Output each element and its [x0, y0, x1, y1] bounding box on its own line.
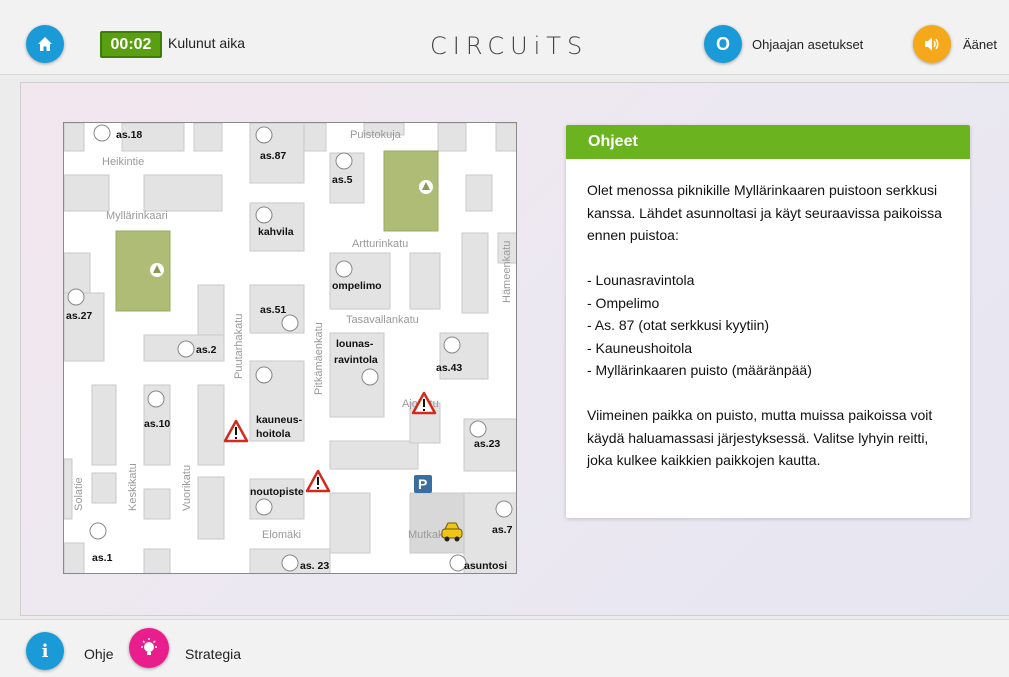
timer-label: Kulunut aika: [168, 35, 246, 51]
instructions-panel: Ohjeet Olet menossa piknikille Myllärink…: [566, 125, 970, 518]
place-label: as.51: [260, 304, 286, 316]
instructions-title: Ohjeet: [566, 125, 970, 159]
sound-button[interactable]: [913, 25, 951, 63]
place-label: kahvila: [258, 226, 294, 238]
place-label: as.7: [492, 524, 513, 536]
sound-label[interactable]: Äänet: [963, 37, 997, 52]
street-label: Tasavallankatu: [346, 314, 419, 326]
city-map[interactable]: P Heikintie Puistokuja Myllärinkaari Art…: [63, 122, 517, 574]
place-label: as.10: [144, 418, 170, 430]
street-label: Vuorikatu: [181, 465, 193, 511]
street-label: Myllärinkaari: [106, 210, 168, 222]
place-label: as.87: [260, 150, 286, 162]
place-label: as.18: [116, 129, 142, 141]
parking-label: P: [418, 476, 427, 492]
street-label: Puistokuja: [350, 129, 402, 141]
stop-item: - Lounasravintola: [587, 272, 695, 288]
place-label: ravintola: [334, 354, 378, 366]
stop-item: - Ompelimo: [587, 294, 660, 311]
elapsed-timer: 00:02: [100, 31, 162, 58]
street-label: Elomäki: [262, 529, 301, 541]
street-label: Puutarhakatu: [233, 314, 245, 379]
place-label: as.43: [436, 362, 462, 374]
street-label: Keskikatu: [127, 463, 139, 511]
strategy-button[interactable]: [129, 628, 169, 668]
place-label: kauneus-: [256, 414, 303, 426]
help-label[interactable]: Ohje: [84, 646, 114, 662]
place-label: hoitola: [256, 428, 291, 440]
street-label: Artturinkatu: [352, 238, 408, 250]
stop-item: - As. 87 (otat serkkusi kyytiin): [587, 317, 770, 333]
place-label: asuntosi: [464, 560, 507, 572]
place-label: lounas-: [336, 338, 374, 350]
street-label: Hämeenkatu: [501, 241, 513, 303]
place-label: as.1: [92, 552, 113, 564]
instructions-outro: Viimeinen paikka on puisto, mutta muissa…: [587, 407, 933, 468]
place-label: as.23: [474, 438, 500, 450]
home-button[interactable]: [26, 25, 64, 63]
instructions-body: Olet menossa piknikille Myllärinkaaren p…: [566, 159, 970, 472]
place-label: ompelimo: [332, 280, 382, 292]
place-label: noutopiste: [250, 486, 304, 498]
home-icon: [38, 37, 52, 51]
place-label: as.27: [66, 310, 92, 322]
teacher-settings-icon: O: [715, 33, 730, 54]
lightbulb-icon: [141, 638, 157, 655]
info-icon: i: [41, 640, 49, 662]
street-label: Heikintie: [102, 156, 144, 168]
app-logo: CIRCUiTS: [430, 32, 589, 60]
place-label: as. 23: [300, 560, 329, 572]
instructions-intro: Olet menossa piknikille Myllärinkaaren p…: [587, 182, 942, 243]
teacher-settings-label[interactable]: Ohjaajan asetukset: [752, 37, 863, 52]
teacher-settings-button[interactable]: O: [704, 25, 742, 63]
stop-item: - Myllärinkaaren puisto (määränpää): [587, 362, 812, 378]
help-button[interactable]: i: [26, 632, 64, 670]
street-label: Pitkämäenkatu: [313, 322, 325, 395]
street-label: Solatie: [73, 477, 85, 511]
speaker-icon: [925, 37, 939, 51]
place-label: as.5: [332, 174, 353, 186]
strategy-label[interactable]: Strategia: [185, 646, 241, 662]
place-label: as.2: [196, 344, 217, 356]
stop-item: - Kauneushoitola: [587, 339, 693, 356]
